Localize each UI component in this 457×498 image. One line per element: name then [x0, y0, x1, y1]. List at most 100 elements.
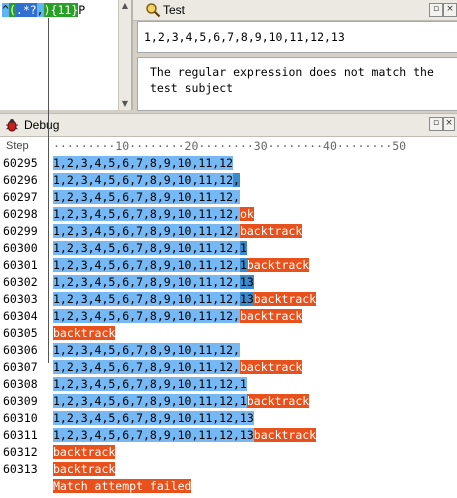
restore-icon[interactable]: ▫: [429, 3, 443, 17]
test-panel-header: Test ▫ ×: [133, 0, 457, 21]
step-row[interactable]: 60306 1,2,3,4,5,6,7,8,9,10,11,12,: [0, 342, 457, 359]
step-trace: Match attempt failed: [53, 478, 192, 495]
step-number: 60312: [3, 445, 38, 459]
test-panel-title: Test: [163, 3, 186, 17]
step-row[interactable]: 60299 1,2,3,4,5,6,7,8,9,10,11,12,backtrac…: [0, 223, 457, 240]
step-row[interactable]: 60302 1,2,3,4,5,6,7,8,9,10,11,12,13: [0, 274, 457, 291]
scroll-up-arrow-icon[interactable]: ▲: [119, 0, 131, 12]
step-number: 60301: [3, 258, 38, 272]
step-row[interactable]: 60304 1,2,3,4,5,6,7,8,9,10,11,12,backtrac…: [0, 308, 457, 325]
step-list: 60295 1,2,3,4,5,6,7,8,9,10,11,12 60296 1,2,…: [0, 155, 457, 495]
test-subject-input[interactable]: 1,2,3,4,5,6,7,8,9,10,11,12,13: [137, 21, 457, 53]
step-trace: 1,2,3,4,5,6,7,8,9,10,11,12,backtrack: [53, 308, 303, 325]
regex-text[interactable]: ^(.*?,){11}P: [2, 2, 85, 18]
step-trace: 1,2,3,4,5,6,7,8,9,10,11,12,backtrack: [53, 359, 303, 376]
scroll-down-arrow-icon[interactable]: ▼: [119, 98, 131, 110]
step-status: backtrack: [239, 224, 303, 238]
test-subject-text: 1,2,3,4,5,6,7,8,9,10,11,12,13: [144, 30, 345, 44]
bug-icon: [6, 119, 18, 132]
step-matched-text: 1,2,3,4,5,6,7,8,9,10,11,12,: [53, 309, 240, 323]
close-icon[interactable]: ×: [443, 117, 455, 131]
step-row[interactable]: 60312 backtrack: [0, 444, 457, 461]
regex-token: ^: [2, 3, 9, 17]
step-row[interactable]: 60301 1,2,3,4,5,6,7,8,9,10,11,12,1backtra…: [0, 257, 457, 274]
step-trace: 1,2,3,4,5,6,7,8,9,10,11,12,backtrack: [53, 223, 303, 240]
step-row[interactable]: 60308 1,2,3,4,5,6,7,8,9,10,11,12,1: [0, 376, 457, 393]
step-number: 60303: [3, 292, 38, 306]
step-trace: backtrack: [53, 325, 116, 342]
step-number: 60298: [3, 207, 38, 221]
step-matched-text: 1,2,3,4,5,6,7,8,9,10,11,12,: [53, 207, 240, 221]
step-row[interactable]: 60310 1,2,3,4,5,6,7,8,9,10,11,12,13: [0, 410, 457, 427]
step-number: 60295: [3, 156, 38, 170]
step-row[interactable]: 60311 1,2,3,4,5,6,7,8,9,10,11,12,13backtr…: [0, 427, 457, 444]
regex-token: ,: [36, 3, 44, 17]
column-ruler: Step ·········10········20········30····…: [0, 139, 457, 153]
step-number: 60297: [3, 190, 38, 204]
step-matched-text: 1,2,3,4,5,6,7,8,9,10,11,12,: [53, 190, 240, 204]
step-trace: 1,2,3,4,5,6,7,8,9,10,11,12,13backtrack: [53, 291, 317, 308]
step-number: 60313: [3, 462, 38, 476]
step-row[interactable]: 60313 backtrack: [0, 461, 457, 478]
debug-trace[interactable]: Step ·········10········20········30····…: [0, 137, 457, 498]
step-status: backtrack: [246, 394, 310, 408]
magnifier-icon: [146, 3, 161, 18]
regex-editor[interactable]: ^(.*?,){11}P ▲ ▼: [0, 0, 131, 110]
step-matched-text: 1,2,3,4,5,6,7,8,9,10,11,12,: [53, 343, 240, 357]
ruler-label: Step: [6, 140, 29, 152]
step-status: backtrack: [239, 309, 303, 323]
step-current-token: 13: [239, 275, 254, 289]
step-matched-text: 1,2,3,4,5,6,7,8,9,10,11,12,: [53, 241, 240, 255]
step-number: 60311: [3, 428, 38, 442]
step-number: 60296: [3, 173, 38, 187]
step-trace: backtrack: [53, 444, 116, 461]
step-trace: 1,2,3,4,5,6,7,8,9,10,11,12,1backtrack: [53, 257, 310, 274]
step-matched-text: 1,2,3,4,5,6,7,8,9,10,11,12,: [53, 360, 240, 374]
step-row[interactable]: 60298 1,2,3,4,5,6,7,8,9,10,11,12,ok: [0, 206, 457, 223]
step-matched-text: 1,2,3,4,5,6,7,8,9,10,11,12,: [53, 275, 240, 289]
step-status: backtrack: [53, 445, 116, 459]
step-row[interactable]: 60303 1,2,3,4,5,6,7,8,9,10,11,12,13backtr…: [0, 291, 457, 308]
step-trace: 1,2,3,4,5,6,7,8,9,10,11,12,: [53, 342, 240, 359]
step-status: ok: [239, 207, 254, 221]
ruler-ticks: ·········10········20········30········4…: [53, 139, 407, 153]
step-row[interactable]: 60305 backtrack: [0, 325, 457, 342]
step-status: backtrack: [53, 326, 116, 340]
step-number: 60306: [3, 343, 38, 357]
step-status: backtrack: [53, 462, 116, 476]
step-row[interactable]: 60309 1,2,3,4,5,6,7,8,9,10,11,12,1backtra…: [0, 393, 457, 410]
step-row[interactable]: 60300 1,2,3,4,5,6,7,8,9,10,11,12,1: [0, 240, 457, 257]
regex-token: *?: [22, 3, 37, 17]
step-status: backtrack: [253, 292, 317, 306]
regex-scrollbar[interactable]: ▲ ▼: [118, 0, 131, 110]
step-row[interactable]: 60295 1,2,3,4,5,6,7,8,9,10,11,12: [0, 155, 457, 172]
step-row[interactable]: 60296 1,2,3,4,5,6,7,8,9,10,11,12,: [0, 172, 457, 189]
step-trace: 1,2,3,4,5,6,7,8,9,10,11,12,: [53, 189, 240, 206]
debug-panel-title: Debug: [24, 118, 60, 132]
step-status: backtrack: [239, 360, 303, 374]
step-row[interactable]: Match attempt failed: [0, 478, 457, 495]
regex-token: (: [8, 3, 16, 17]
step-status: backtrack: [246, 258, 310, 272]
step-trace: 1,2,3,4,5,6,7,8,9,10,11,12,1: [53, 240, 247, 257]
step-current-token: 13: [239, 292, 254, 306]
step-status: backtrack: [253, 428, 317, 442]
close-icon[interactable]: ×: [443, 3, 457, 17]
regex-token: {11}: [50, 3, 79, 17]
step-matched-text: 1,2,3,4,5,6,7,8,9,10,11,12: [53, 173, 234, 187]
step-row[interactable]: 60307 1,2,3,4,5,6,7,8,9,10,11,12,backtrac…: [0, 359, 457, 376]
step-number: 60309: [3, 394, 38, 408]
step-trace: 1,2,3,4,5,6,7,8,9,10,11,12: [53, 155, 234, 172]
step-trace: 1,2,3,4,5,6,7,8,9,10,11,12,1: [53, 376, 247, 393]
step-matched-text: 1,2,3,4,5,6,7,8,9,10,11,12,: [53, 258, 240, 272]
restore-icon[interactable]: ▫: [429, 117, 443, 131]
step-number: 60304: [3, 309, 38, 323]
step-current-token: 1: [239, 258, 247, 272]
step-trace: 1,2,3,4,5,6,7,8,9,10,11,12,ok: [53, 206, 254, 223]
step-trace: 1,2,3,4,5,6,7,8,9,10,11,12,: [53, 172, 240, 189]
gutter-divider: [48, 18, 49, 363]
step-trace: 1,2,3,4,5,6,7,8,9,10,11,12,1backtrack: [53, 393, 310, 410]
step-matched-text: 1,2,3,4,5,6,7,8,9,10,11,12,1: [53, 394, 247, 408]
step-number: 60300: [3, 241, 38, 255]
step-row[interactable]: 60297 1,2,3,4,5,6,7,8,9,10,11,12,: [0, 189, 457, 206]
